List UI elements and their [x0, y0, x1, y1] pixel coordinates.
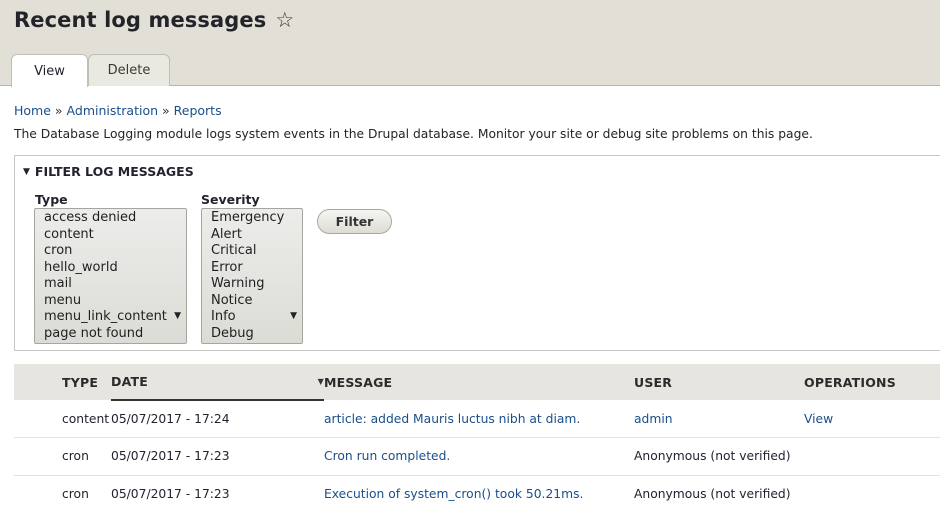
- type-option[interactable]: menu: [44, 293, 186, 310]
- filter-legend[interactable]: ▼ FILTER LOG MESSAGES: [23, 164, 194, 179]
- severity-option[interactable]: Info: [211, 309, 302, 326]
- severity-option[interactable]: Alert: [211, 227, 302, 244]
- filter-legend-label: FILTER LOG MESSAGES: [34, 164, 194, 179]
- cell-message: Cron run completed.: [324, 437, 634, 476]
- caret-down-icon: ▼: [23, 166, 30, 177]
- primary-tabs: View Delete: [11, 54, 170, 87]
- page-header: Recent log messages ☆ View Delete: [0, 0, 940, 87]
- breadcrumb-separator: »: [162, 103, 170, 118]
- cell-user[interactable]: admin: [634, 400, 804, 438]
- column-header-message: Message: [324, 364, 634, 400]
- severity-label: Severity: [201, 192, 260, 207]
- type-option[interactable]: page not found: [44, 326, 186, 343]
- tab-view[interactable]: View: [11, 54, 88, 87]
- column-header-operations: Operations: [804, 364, 940, 400]
- table-row: cron 05/07/2017 - 17:23 Execution of syste…: [14, 475, 940, 508]
- cell-message: article: added Mauris luctus nibh at dia…: [324, 400, 634, 438]
- cell-type: content: [14, 400, 111, 438]
- message-link[interactable]: article: added Mauris luctus nibh at dia…: [324, 412, 580, 426]
- column-header-user: User: [634, 364, 804, 400]
- type-option[interactable]: cron: [44, 243, 186, 260]
- type-option[interactable]: mail: [44, 276, 186, 293]
- breadcrumb-separator: »: [54, 103, 63, 118]
- cell-date: 05/07/2017 - 17:23: [111, 437, 324, 476]
- cell-type: cron: [62, 487, 89, 501]
- severity-option[interactable]: Debug: [211, 326, 302, 343]
- type-label: Type: [35, 192, 68, 207]
- column-header-date[interactable]: Date ▼: [111, 364, 324, 401]
- cell-operations: View: [804, 400, 940, 438]
- cell-date: 05/07/2017 - 17:24: [111, 400, 324, 438]
- cell-user: Anonymous (not verified): [634, 487, 791, 501]
- message-link[interactable]: Execution of system_cron() took 50.21ms.: [324, 487, 583, 501]
- breadcrumb-home-link[interactable]: Home: [14, 103, 51, 118]
- page-description: The Database Logging module logs system …: [14, 127, 813, 141]
- filter-fieldset: ▼ FILTER LOG MESSAGES Type access denied…: [14, 155, 940, 351]
- type-select[interactable]: access denied content cron hello_world mail m…: [34, 208, 187, 344]
- severity-select[interactable]: Emergency Alert Critical Error Warning Notice…: [201, 208, 303, 344]
- select-arrow-icon[interactable]: ▼: [174, 311, 181, 321]
- cell-date: 05/07/2017 - 17:23: [111, 487, 230, 501]
- severity-option[interactable]: Warning: [211, 276, 302, 293]
- table-header-row: Type Date ▼ Message User Operations: [14, 364, 940, 401]
- page-title: Recent log messages: [14, 8, 267, 32]
- tab-delete[interactable]: Delete: [88, 54, 170, 86]
- cell-user: Anonymous (not verified): [634, 437, 804, 476]
- type-option[interactable]: menu_link_content: [44, 309, 186, 326]
- select-arrow-icon[interactable]: ▼: [290, 311, 297, 321]
- breadcrumb: Home » Administration » Reports: [14, 103, 222, 118]
- column-header-date-label: Date: [111, 374, 148, 389]
- severity-option[interactable]: Error: [211, 260, 302, 277]
- star-icon[interactable]: ☆: [275, 9, 294, 31]
- type-option[interactable]: content: [44, 227, 186, 244]
- log-rows: content 05/07/2017 - 17:24 article: added …: [14, 400, 940, 508]
- log-table: Type Date ▼ Message User Operations cont…: [14, 364, 940, 508]
- sort-descending-icon: ▼: [317, 377, 324, 386]
- table-row: content 05/07/2017 - 17:24 article: added …: [14, 400, 940, 438]
- cell-operations: [804, 437, 940, 476]
- breadcrumb-administration-link[interactable]: Administration: [67, 103, 158, 118]
- severity-options: Emergency Alert Critical Error Warning Notice…: [202, 209, 302, 342]
- cell-type: cron: [14, 437, 111, 476]
- view-operation-link[interactable]: View: [804, 412, 833, 426]
- severity-option[interactable]: Emergency: [211, 210, 302, 227]
- type-option[interactable]: hello_world: [44, 260, 186, 277]
- title-row: Recent log messages ☆: [14, 8, 294, 32]
- message-link[interactable]: Cron run completed.: [324, 449, 450, 463]
- table-row: cron 05/07/2017 - 17:23 Cron run completed…: [14, 437, 940, 476]
- cell-operations: [804, 475, 940, 508]
- severity-option[interactable]: Critical: [211, 243, 302, 260]
- type-options: access denied content cron hello_world mail m…: [35, 209, 186, 342]
- cell-message: Execution of system_cron() took 50.21ms.: [324, 475, 634, 508]
- severity-option[interactable]: Notice: [211, 293, 302, 310]
- type-option[interactable]: access denied: [44, 210, 186, 227]
- column-header-type: Type: [14, 364, 111, 400]
- filter-button[interactable]: Filter: [317, 209, 392, 234]
- breadcrumb-reports-link[interactable]: Reports: [174, 103, 222, 118]
